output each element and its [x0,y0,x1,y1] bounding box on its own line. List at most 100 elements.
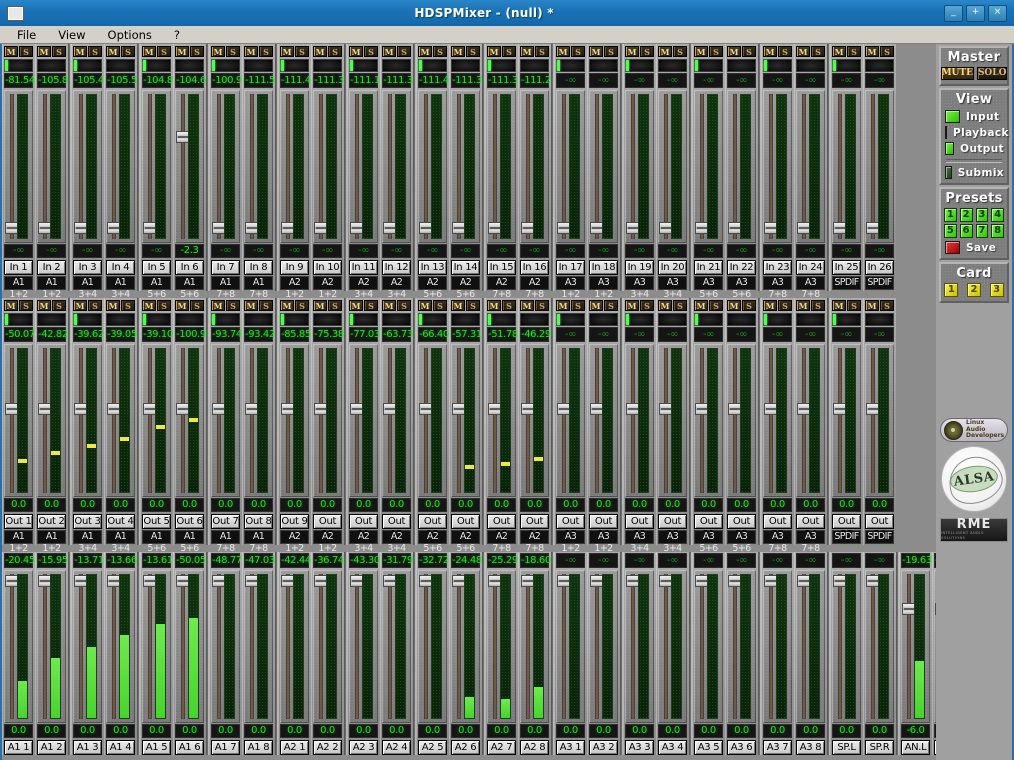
fader-track[interactable] [181,348,185,493]
solo-button[interactable]: S [19,46,33,57]
mute-button[interactable]: M [832,300,846,311]
channel-name-button[interactable]: In 1 [4,260,33,275]
routing-label[interactable]: SPDIF [865,276,894,290]
preset-button-3[interactable]: 3 [975,208,989,222]
fader-track[interactable] [631,574,635,719]
channel-name-button[interactable]: A2 8 [520,740,549,755]
channel-name-button[interactable]: In 11 [349,260,378,275]
solo-button[interactable]: S [190,300,204,311]
fader-track[interactable] [700,94,704,239]
routing-label[interactable]: A3 5+6 [694,530,723,554]
channel-name-button[interactable]: In 17 [556,260,585,275]
peak-readout[interactable]: -104.8 [142,73,173,88]
solo-button[interactable]: S [778,46,792,57]
gain-readout[interactable]: 0.0 [211,724,240,738]
channel-name-button[interactable]: In 9 [280,260,309,275]
mute-button[interactable]: M [73,46,87,57]
peak-readout[interactable]: -∞ [763,553,792,568]
channel-name-button[interactable]: In 24 [796,260,825,275]
peak-readout[interactable]: -111.5 [244,73,275,88]
mute-button[interactable]: M [556,300,570,311]
peak-readout[interactable]: -∞ [625,73,654,88]
mute-button[interactable]: M [865,300,879,311]
gain-readout[interactable]: 0.0 [832,724,861,738]
routing-label[interactable]: A3 3+4 [658,276,687,300]
channel-name-button[interactable]: Out 11 [349,514,378,540]
peak-readout[interactable]: -∞ [832,327,861,342]
gain-readout[interactable]: -∞ [418,244,447,258]
fader-track[interactable] [526,574,530,719]
peak-readout[interactable]: -15.95 [37,553,68,568]
peak-readout[interactable]: -47.03 [244,553,275,568]
solo-button[interactable]: S [811,46,825,57]
peak-readout[interactable]: -93.74 [211,327,242,342]
routing-label[interactable]: A1 3+4 [106,276,135,300]
peak-readout[interactable]: -13.61 [142,553,173,568]
fader-track[interactable] [181,574,185,719]
solo-button[interactable]: S [88,46,102,57]
mute-button[interactable]: M [37,300,51,311]
mute-button[interactable]: M [382,46,396,57]
peak-readout[interactable]: -∞ [865,327,894,342]
card-button-1[interactable]: 1 [944,283,959,297]
routing-label[interactable]: A2 3+4 [382,276,411,300]
fader-track[interactable] [112,94,116,239]
peak-readout[interactable]: -42.44 [280,553,311,568]
gain-readout[interactable]: 0.0 [589,724,618,738]
fader-track[interactable] [355,574,359,719]
gain-readout[interactable]: 0.0 [694,498,723,512]
channel-name-button[interactable]: Out 26 [865,514,894,540]
channel-name-button[interactable]: In 21 [694,260,723,275]
routing-label[interactable]: A2 7+8 [487,530,516,554]
gain-readout[interactable]: 0.0 [625,498,654,512]
gain-readout[interactable]: 0.0 [694,724,723,738]
mute-button[interactable]: M [418,300,432,311]
gain-readout[interactable]: 0.0 [520,724,549,738]
channel-name-button[interactable]: A2 2 [313,740,342,755]
gain-readout[interactable]: -∞ [37,244,66,258]
gain-readout[interactable]: -∞ [451,244,480,258]
peak-readout[interactable]: -46.29 [520,327,551,342]
fader-track[interactable] [148,94,152,239]
mute-button[interactable]: M [211,46,225,57]
routing-label[interactable]: A1 3+4 [73,530,102,554]
peak-readout[interactable]: -39.62 [73,327,104,342]
channel-name-button[interactable]: A3 1 [556,740,585,755]
solo-button[interactable]: S [847,300,861,311]
channel-name-button[interactable]: In 25 [832,260,861,275]
solo-button[interactable]: S [709,46,723,57]
channel-name-button[interactable]: A2 4 [382,740,411,755]
peak-readout[interactable]: -105.8 [37,73,68,88]
fader-track[interactable] [562,94,566,239]
channel-name-button[interactable]: Out 18 [589,514,618,540]
channel-name-button[interactable]: A2 5 [418,740,447,755]
fader-track[interactable] [250,348,254,493]
fader-track[interactable] [871,348,875,493]
peak-readout[interactable]: -111.3 [487,73,518,88]
routing-label[interactable]: A1 3+4 [106,530,135,554]
fader-track[interactable] [769,94,773,239]
gain-readout[interactable]: 0.0 [244,724,273,738]
peak-readout[interactable]: -∞ [763,327,792,342]
gain-readout[interactable]: 0.0 [382,498,411,512]
master-solo-button[interactable]: SOLO [976,67,1008,80]
mute-button[interactable]: M [451,300,465,311]
routing-label[interactable]: A1 1+2 [37,530,66,554]
routing-label[interactable]: A2 7+8 [487,276,516,300]
solo-button[interactable]: S [571,46,585,57]
preset-button-6[interactable]: 6 [959,224,973,238]
fader-track[interactable] [802,94,806,239]
peak-readout[interactable]: -105.4 [73,73,104,88]
peak-readout[interactable]: -31.79 [382,553,413,568]
channel-name-button[interactable]: A1 4 [106,740,135,755]
channel-name-button[interactable]: In 8 [244,260,273,275]
peak-readout[interactable]: -20.45 [4,553,35,568]
fader-track[interactable] [802,574,806,719]
gain-readout[interactable]: 0.0 [727,498,756,512]
peak-readout[interactable]: -75.38 [313,327,344,342]
gain-readout[interactable]: 0.0 [589,498,618,512]
peak-readout[interactable]: -∞ [589,73,618,88]
solo-button[interactable]: S [259,300,273,311]
fader-track[interactable] [43,348,47,493]
fader-track[interactable] [631,94,635,239]
